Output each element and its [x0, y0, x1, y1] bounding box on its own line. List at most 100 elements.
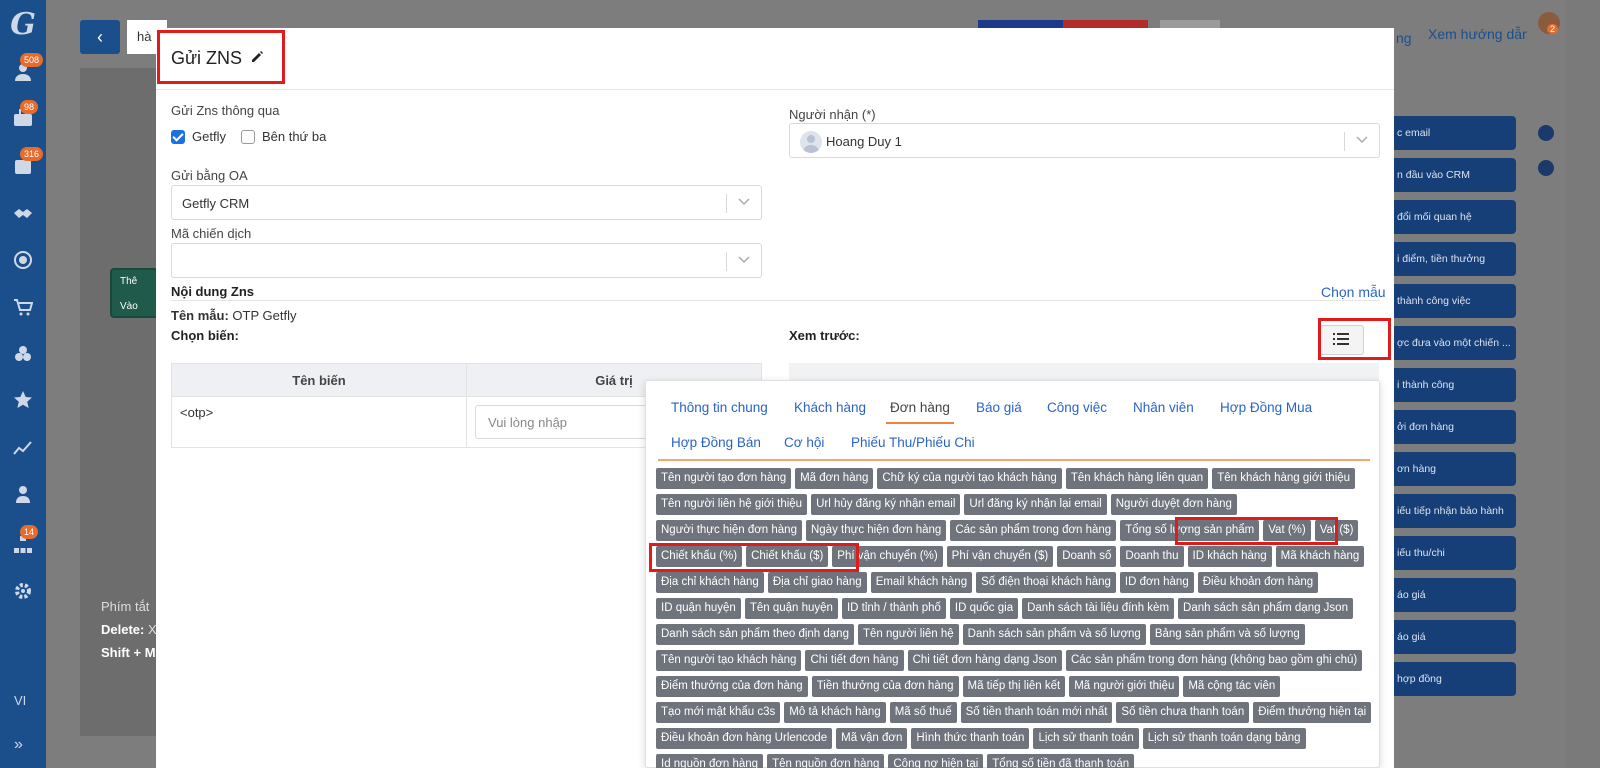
rocket-icon[interactable]: [1538, 160, 1554, 176]
variable-chip[interactable]: Tên người tạo đơn hàng: [656, 468, 792, 489]
variable-chip[interactable]: Ngày thực hiện đơn hàng: [805, 520, 947, 541]
expand-sidebar-icon[interactable]: »: [14, 736, 23, 754]
tab-tasks[interactable]: Công việc: [1047, 400, 1107, 415]
variable-chip[interactable]: Các sản phẩm trong đơn hàng (không bao g…: [1065, 650, 1363, 671]
variable-chip[interactable]: Lịch sử thanh toán: [1033, 728, 1139, 749]
variable-chip[interactable]: Danh sách sản phẩm dạng Json: [1178, 598, 1353, 619]
help-icon[interactable]: [1538, 125, 1554, 141]
variable-chip[interactable]: Tên nguồn đơn hàng: [767, 754, 885, 768]
variable-chip[interactable]: ID đơn hàng: [1119, 572, 1194, 593]
variable-chip[interactable]: Tên khách hàng giới thiệu: [1212, 468, 1356, 489]
action-item[interactable]: ơn hàng: [1385, 452, 1516, 486]
star-icon[interactable]: [13, 390, 33, 410]
gear-icon[interactable]: [13, 581, 33, 601]
action-item[interactable]: ợc đưa vào một chiến ...: [1385, 326, 1516, 360]
action-item[interactable]: ởi đơn hàng: [1385, 410, 1516, 444]
variable-chip[interactable]: Hình thức thanh toán: [911, 728, 1030, 749]
variable-chip[interactable]: Doanh thu: [1120, 546, 1184, 567]
cart-icon[interactable]: [13, 297, 33, 317]
variable-chip[interactable]: ID khách hàng: [1187, 546, 1272, 567]
action-item[interactable]: thành công việc: [1385, 284, 1516, 318]
variable-chip[interactable]: Url hủy đăng ký nhận email: [811, 494, 961, 515]
tab-orders[interactable]: Đơn hàng: [886, 400, 954, 424]
variable-chip[interactable]: Điều khoản đơn hàng: [1197, 572, 1319, 593]
page-scrollbar[interactable]: [1566, 0, 1600, 768]
action-item[interactable]: đổi mối quan hệ: [1385, 200, 1516, 234]
tab-purchase-contracts[interactable]: Hợp Đồng Mua: [1220, 400, 1312, 415]
variable-chip[interactable]: Id nguồn đơn hàng: [656, 754, 764, 768]
variable-chip[interactable]: Chi tiết đơn hàng dạng Json: [907, 650, 1062, 671]
variable-chip[interactable]: Số tiền chưa thanh toán: [1116, 702, 1250, 723]
handshake-icon[interactable]: [13, 204, 33, 224]
variable-chip[interactable]: Tên người tạo khách hàng: [656, 650, 802, 671]
variable-chip[interactable]: Tổng số tiền đã thanh toán: [987, 754, 1135, 768]
top-secondary-button[interactable]: [1160, 20, 1220, 28]
tab-quotes[interactable]: Báo giá: [976, 400, 1022, 415]
guide-link[interactable]: Xem hướng dẫn: [1428, 26, 1530, 42]
variable-chip[interactable]: Chữ ký của người tạo khách hàng: [877, 468, 1062, 489]
variable-chip[interactable]: Tên khách hàng liên quan: [1065, 468, 1209, 489]
getfly-checkbox[interactable]: [171, 129, 185, 144]
variable-chip[interactable]: Danh sách sản phẩm theo định dạng: [656, 624, 854, 645]
variable-chip[interactable]: Mã khách hàng: [1275, 546, 1365, 567]
recipient-select[interactable]: Hoang Duy 1: [789, 123, 1380, 158]
variable-chip[interactable]: ID tỉnh / thành phố: [841, 598, 946, 619]
third-party-checkbox[interactable]: [240, 129, 255, 144]
choose-template-link[interactable]: Chọn mẫu: [1321, 284, 1386, 300]
back-button[interactable]: ‹: [80, 20, 120, 54]
variable-chip[interactable]: Lịch sử thanh toán dạng bảng: [1142, 728, 1306, 749]
variable-chip[interactable]: Mô tả khách hàng: [784, 702, 886, 723]
variable-chip[interactable]: Mã cộng tác viên: [1183, 676, 1281, 697]
variable-chip[interactable]: Các sản phẩm trong đơn hàng: [950, 520, 1117, 541]
action-item[interactable]: áo giá: [1385, 620, 1516, 654]
variable-chip[interactable]: Danh sách tài liệu đính kèm: [1022, 598, 1175, 619]
partial-link[interactable]: ng: [1396, 30, 1412, 46]
variable-chip[interactable]: Người duyệt đơn hàng: [1110, 494, 1237, 515]
variable-chip[interactable]: Mã số thuế: [889, 702, 957, 723]
target-icon[interactable]: [13, 250, 33, 270]
variable-chip[interactable]: Tên người liên hệ: [857, 624, 959, 645]
variable-chip[interactable]: ID quốc gia: [949, 598, 1019, 619]
variable-chip[interactable]: Địa chỉ khách hàng: [656, 572, 764, 593]
top-action-buttons[interactable]: [978, 20, 1148, 28]
variable-chip[interactable]: Url đăng ký nhận lại email: [964, 494, 1107, 515]
tab-customers[interactable]: Khách hàng: [794, 400, 866, 415]
variable-chip[interactable]: Mã vận đơn: [836, 728, 908, 749]
action-item[interactable]: c email: [1385, 116, 1516, 150]
variable-chip[interactable]: Người thực hiện đơn hàng: [656, 520, 802, 541]
variable-chip[interactable]: Mã đơn hàng: [795, 468, 874, 489]
tab-staff[interactable]: Nhân viên: [1133, 400, 1194, 415]
tab-sales-contracts[interactable]: Hợp Đồng Bán: [671, 435, 761, 450]
action-item[interactable]: áo giá: [1385, 578, 1516, 612]
action-item[interactable]: hợp đồng: [1385, 662, 1516, 696]
variable-chip[interactable]: Tiền thưởng của đơn hàng: [811, 676, 959, 697]
action-item[interactable]: i thành công: [1385, 368, 1516, 402]
variable-chip[interactable]: ID quận huyện: [656, 598, 741, 619]
tab-opportunities[interactable]: Cơ hội: [784, 435, 824, 450]
user-icon[interactable]: [13, 484, 33, 504]
language-switch[interactable]: VI: [14, 693, 26, 708]
action-item[interactable]: n đầu vào CRM: [1385, 158, 1516, 192]
action-item[interactable]: iếu thu/chi: [1385, 536, 1516, 570]
variable-chip[interactable]: Công nợ hiện tại: [888, 754, 984, 768]
variable-chip[interactable]: Điểm thưởng của đơn hàng: [656, 676, 808, 697]
variable-chip[interactable]: Doanh số: [1057, 546, 1117, 567]
variable-chip[interactable]: Mã tiếp thị liên kết: [962, 676, 1066, 697]
chart-line-icon[interactable]: [13, 437, 33, 457]
variable-chip[interactable]: Email khách hàng: [870, 572, 973, 593]
cubes-icon[interactable]: [13, 344, 33, 364]
variable-chip[interactable]: Điều khoản đơn hàng Urlencode: [656, 728, 833, 749]
variable-chip[interactable]: Số tiền thanh toán mới nhất: [960, 702, 1113, 723]
action-item[interactable]: iếu tiếp nhận bảo hành: [1385, 494, 1516, 528]
variable-chip[interactable]: Bảng sản phẩm và số lượng: [1149, 624, 1305, 645]
variable-chip[interactable]: Địa chỉ giao hàng: [767, 572, 867, 593]
tab-general-info[interactable]: Thông tin chung: [671, 400, 768, 415]
variable-chip[interactable]: Điểm thưởng hiện tại: [1253, 702, 1372, 723]
variable-chip[interactable]: Tên quận huyện: [744, 598, 838, 619]
workflow-node[interactable]: Thê Vào: [110, 268, 160, 318]
variable-chip[interactable]: Chi tiết đơn hàng: [805, 650, 904, 671]
variable-chip[interactable]: Mã người giới thiệu: [1069, 676, 1180, 697]
oa-select[interactable]: Getfly CRM: [171, 185, 762, 220]
campaign-select[interactable]: [171, 243, 762, 278]
variable-chip[interactable]: Danh sách sản phẩm và số lượng: [962, 624, 1146, 645]
